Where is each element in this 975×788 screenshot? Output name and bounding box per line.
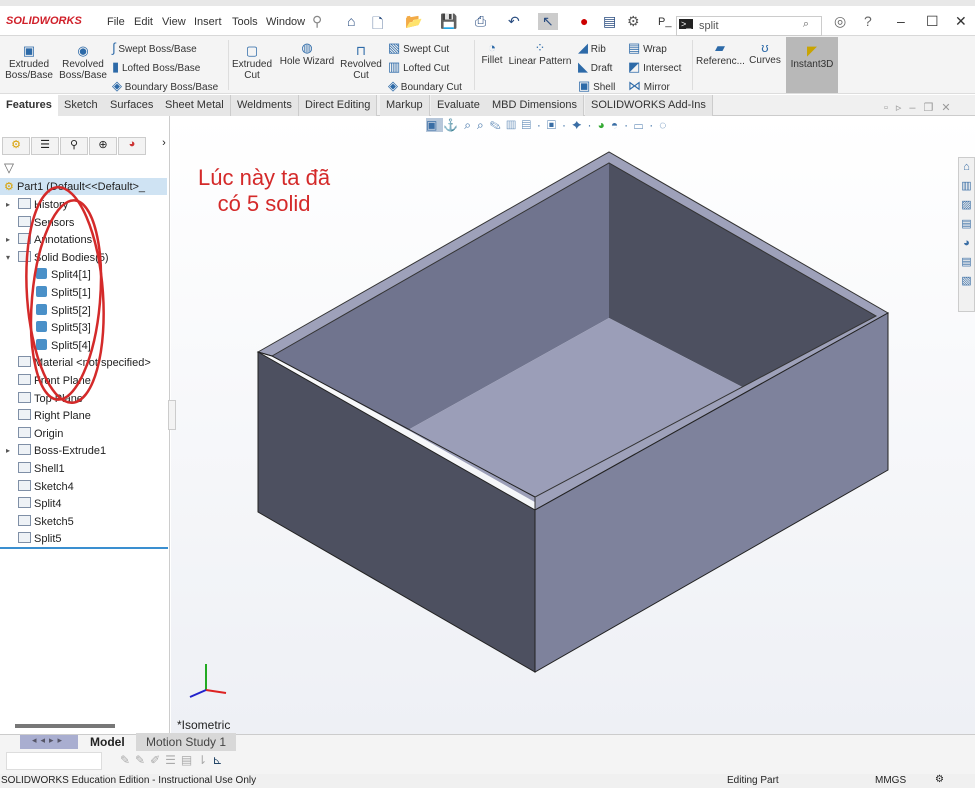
model-svg	[25, 151, 890, 698]
status-edition: SOLIDWORKS Education Edition - Instructi…	[1, 775, 257, 786]
configuration-dropdown[interactable]	[6, 752, 102, 770]
status-mode: Editing Part	[727, 775, 779, 786]
panel-scrollbar[interactable]	[15, 724, 115, 728]
status-bar: SOLIDWORKS Education Edition - Instructi…	[0, 774, 975, 788]
tab-model[interactable]: Model	[90, 735, 125, 749]
annotation-text: Lúc này ta đã có 5 solid	[198, 165, 331, 216]
red-circle-annotation	[25, 185, 105, 405]
tab-scroll-arrows[interactable]: ◂◂▸▸	[20, 735, 78, 749]
view-orientation-label: *Isometric	[177, 718, 231, 732]
rebuild-status-icon[interactable]: ⚙	[935, 774, 944, 785]
triad-icon	[189, 664, 227, 698]
box-model	[256, 151, 890, 673]
axis-icon: ⊾	[212, 753, 228, 767]
tab-motion-study-1[interactable]: Motion Study 1	[136, 733, 237, 751]
units-selector[interactable]: MMGS	[875, 775, 906, 786]
display-toolbar[interactable]: ✎✎✐☰▤⇂⊾	[120, 753, 227, 767]
